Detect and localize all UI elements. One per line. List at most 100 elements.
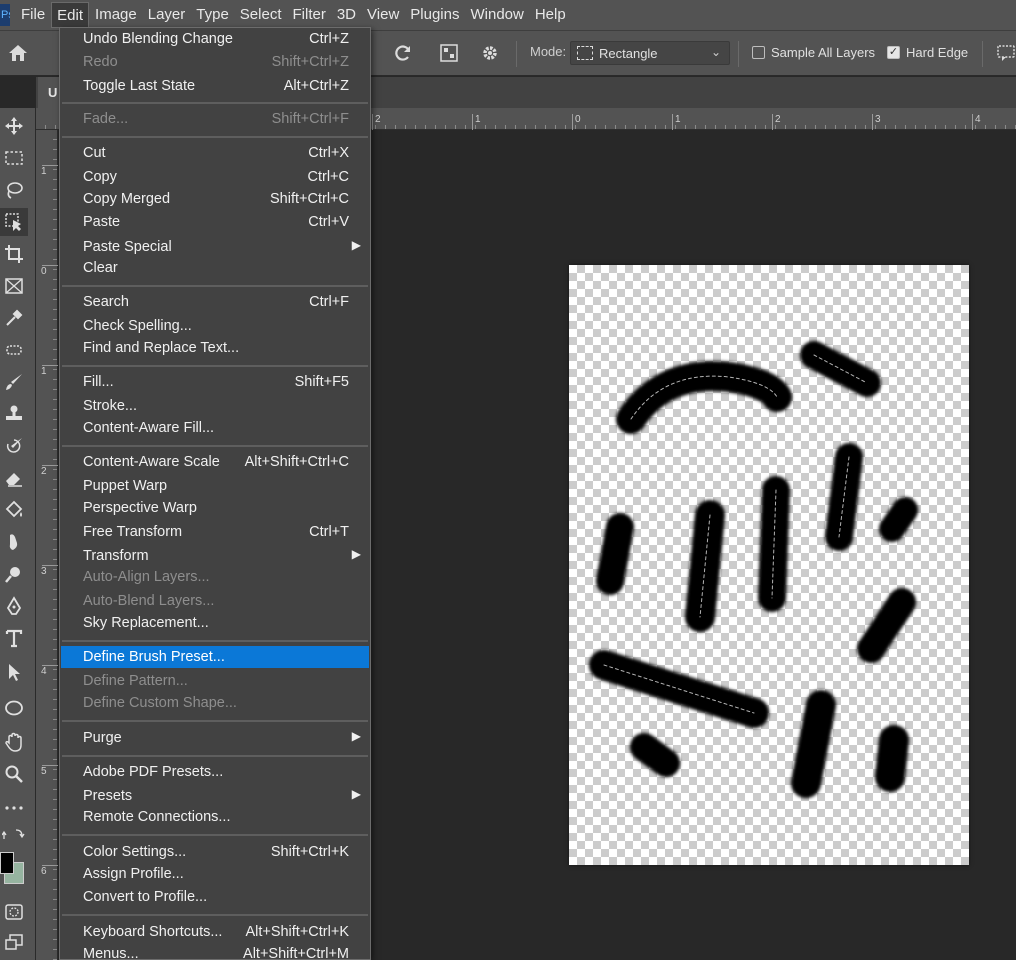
menu-item-adobe-pdf-presets[interactable]: Adobe PDF Presets... xyxy=(61,761,369,783)
ruler-label: 2 xyxy=(375,114,381,125)
ruler-label: 0 xyxy=(41,266,47,277)
path-select-icon[interactable] xyxy=(0,658,28,686)
rectangle-mode-icon xyxy=(577,46,593,60)
hard-edge-checkbox[interactable]: ✓ xyxy=(887,46,900,59)
menu-item-cut[interactable]: Cut Ctrl+X xyxy=(61,142,369,164)
gear-icon[interactable] xyxy=(476,39,504,67)
more-tools-icon[interactable] xyxy=(0,794,28,822)
menu-file[interactable]: File xyxy=(16,2,50,28)
menu-item-purge[interactable]: Purge ▶ xyxy=(61,727,369,749)
frame-icon[interactable] xyxy=(0,272,28,300)
menu-help[interactable]: Help xyxy=(530,2,571,28)
menu-item-content-aware-scale[interactable]: Content-Aware Scale Alt+Shift+Ctrl+C xyxy=(61,451,369,473)
sample-all-layers-option[interactable]: Sample All Layers xyxy=(752,45,875,60)
submenu-arrow-icon: ▶ xyxy=(351,787,361,801)
menu-3d[interactable]: 3D xyxy=(332,2,361,28)
menu-item-toggle-last-state[interactable]: Toggle Last State Alt+Ctrl+Z xyxy=(61,75,369,97)
mode-select[interactable]: Rectangle ⌄ xyxy=(570,41,730,65)
menu-item-sky-replacement[interactable]: Sky Replacement... xyxy=(61,612,369,634)
menu-item-free-transform[interactable]: Free Transform Ctrl+T xyxy=(61,521,369,543)
history-brush-icon[interactable] xyxy=(0,432,28,460)
lasso-icon[interactable] xyxy=(0,176,28,204)
menu-item-fill[interactable]: Fill... Shift+F5 xyxy=(61,371,369,393)
sample-all-layers-checkbox[interactable] xyxy=(752,46,765,59)
object-select-icon[interactable] xyxy=(0,208,28,236)
menu-layer[interactable]: Layer xyxy=(143,2,191,28)
menu-bar: Ps File Edit Image Layer Type Select Fil… xyxy=(0,0,1016,30)
screen-mode-icon[interactable] xyxy=(0,928,28,956)
grid-select-icon[interactable] xyxy=(435,39,463,67)
menu-separator xyxy=(62,285,368,287)
menu-item-check-spelling[interactable]: Check Spelling... xyxy=(61,315,369,337)
healing-icon[interactable] xyxy=(0,336,28,364)
menu-plugins[interactable]: Plugins xyxy=(405,2,464,28)
ellipse-icon[interactable] xyxy=(0,694,28,722)
menu-item-color-settings[interactable]: Color Settings... Shift+Ctrl+K xyxy=(61,841,369,863)
hand-icon[interactable] xyxy=(0,728,28,756)
home-icon[interactable] xyxy=(4,39,32,67)
menu-item-transform[interactable]: Transform ▶ xyxy=(61,545,369,567)
menu-item-paste-special[interactable]: Paste Special ▶ xyxy=(61,236,369,258)
brush-icon[interactable] xyxy=(0,368,28,396)
menu-separator xyxy=(62,914,368,916)
menu-item-define-brush-preset[interactable]: Define Brush Preset... xyxy=(61,646,369,668)
menu-type[interactable]: Type xyxy=(191,2,234,28)
eyedropper-icon[interactable] xyxy=(0,304,28,332)
menu-edit[interactable]: Edit xyxy=(51,2,90,28)
move-icon[interactable] xyxy=(0,112,28,140)
hard-edge-option[interactable]: ✓ Hard Edge xyxy=(887,45,968,60)
ruler-label: 1 xyxy=(475,114,481,125)
menu-image[interactable]: Image xyxy=(90,2,142,28)
menu-item-presets[interactable]: Presets ▶ xyxy=(61,785,369,807)
menu-item-stroke[interactable]: Stroke... xyxy=(61,395,369,417)
photoshop-logo-icon: Ps xyxy=(0,4,10,26)
stamp-icon[interactable] xyxy=(0,400,28,428)
ruler-label: 6 xyxy=(41,866,47,877)
submenu-arrow-icon: ▶ xyxy=(351,729,361,743)
paint-bucket-icon[interactable] xyxy=(0,496,28,524)
menu-item-assign-profile[interactable]: Assign Profile... xyxy=(61,863,369,885)
menu-item-search[interactable]: Search Ctrl+F xyxy=(61,291,369,313)
menu-window[interactable]: Window xyxy=(465,2,528,28)
menu-item-perspective-warp[interactable]: Perspective Warp xyxy=(61,497,369,519)
quick-mask-icon[interactable] xyxy=(0,898,28,926)
menu-item-auto-align: Auto-Align Layers... xyxy=(83,569,210,585)
dodge-icon[interactable] xyxy=(0,560,28,588)
ruler-label: 0 xyxy=(575,114,581,125)
smudge-icon[interactable] xyxy=(0,528,28,556)
ruler-label: 2 xyxy=(775,114,781,125)
menu-item-undo[interactable]: Undo Blending Change Ctrl+Z xyxy=(61,28,369,50)
ruler-label: 1 xyxy=(41,166,47,177)
comment-icon[interactable] xyxy=(992,39,1016,67)
menu-item-keyboard-shortcuts[interactable]: Keyboard Shortcuts... Alt+Shift+Ctrl+K xyxy=(61,921,369,943)
document-canvas[interactable] xyxy=(569,265,969,865)
pen-icon[interactable] xyxy=(0,592,28,620)
menu-item-convert-to-profile[interactable]: Convert to Profile... xyxy=(61,886,369,908)
marquee-icon[interactable] xyxy=(0,144,28,172)
refresh-icon[interactable] xyxy=(389,39,417,67)
menu-view[interactable]: View xyxy=(362,2,404,28)
menu-item-remote-connections[interactable]: Remote Connections... xyxy=(61,806,369,828)
menu-item-clear[interactable]: Clear xyxy=(61,257,369,279)
edit-menu-dropdown: Undo Blending Change Ctrl+Z Redo Shift+Ctr… xyxy=(59,27,371,960)
ruler-label: 3 xyxy=(875,114,881,125)
zoom-icon[interactable] xyxy=(0,760,28,788)
menu-item-paste[interactable]: Paste Ctrl+V xyxy=(61,211,369,233)
menu-item-content-aware-fill[interactable]: Content-Aware Fill... xyxy=(61,417,369,439)
eraser-icon[interactable] xyxy=(0,464,28,492)
type-icon[interactable] xyxy=(0,624,28,652)
menu-select[interactable]: Select xyxy=(235,2,287,28)
vertical-ruler: 1 0 1 2 3 4 5 6 xyxy=(36,130,58,960)
menu-item-copy[interactable]: Copy Ctrl+C xyxy=(61,166,369,188)
crop-icon[interactable] xyxy=(0,240,28,268)
menu-filter[interactable]: Filter xyxy=(288,2,331,28)
swap-colors-icon[interactable] xyxy=(0,824,28,844)
menu-item-find-replace[interactable]: Find and Replace Text... xyxy=(61,337,369,359)
menu-item-define-pattern: Define Pattern... xyxy=(83,673,188,689)
brush-strokes xyxy=(589,341,918,798)
menu-item-copy-merged[interactable]: Copy Merged Shift+Ctrl+C xyxy=(61,188,369,210)
foreground-color-swatch[interactable] xyxy=(0,852,14,874)
menu-item-menus[interactable]: Menus... Alt+Shift+Ctrl+M xyxy=(61,943,369,959)
menu-item-puppet-warp[interactable]: Puppet Warp xyxy=(61,475,369,497)
menu-separator xyxy=(62,136,368,138)
